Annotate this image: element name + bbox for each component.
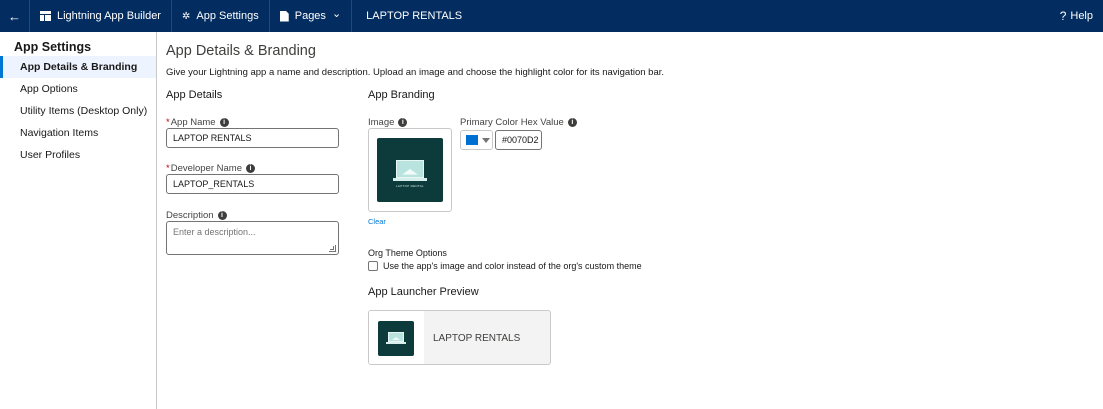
sidebar-item-utility-items[interactable]: Utility Items (Desktop Only) [0,100,156,122]
caret-down-icon [482,137,490,143]
info-icon[interactable]: i [217,211,227,220]
sidebar-item-label: App Details & Branding [20,61,138,73]
primary-color-hex-input[interactable]: #0070D2 [495,130,542,150]
org-theme-checkbox[interactable] [368,261,378,271]
required-marker: * [166,163,170,174]
current-app-label: LAPTOP RENTALS [366,10,463,22]
laptop-icon [388,332,404,342]
preview-app-name: LAPTOP RENTALS [433,333,521,344]
app-launcher-preview: LAPTOP RENTALS [368,310,551,365]
lightning-app-builder-label: Lightning App Builder [57,10,161,22]
info-icon[interactable]: i [398,118,408,127]
description-label: Description i [166,210,227,221]
app-branding-heading: App Branding [368,89,435,101]
app-launcher-preview-heading: App Launcher Preview [368,286,479,298]
top-bar: ← Lightning App Builder ✲ App Settings P… [0,0,1103,32]
description-placeholder: Enter a description... [173,227,256,237]
app-settings-button[interactable]: ✲ App Settings [172,0,270,32]
chevron-down-icon: ⌄ [331,8,342,20]
sidebar-item-user-profiles[interactable]: User Profiles [0,144,156,166]
lightning-app-builder-menu[interactable]: Lightning App Builder [30,0,172,32]
back-arrow-icon: ← [8,8,21,24]
help-button[interactable]: ? Help [1060,0,1093,32]
info-icon[interactable]: i [246,164,255,173]
help-icon: ? [1059,9,1067,23]
sidebar-item-label: Navigation Items [20,127,99,139]
page-icon [279,10,289,22]
app-settings-label: App Settings [196,10,259,22]
pages-dropdown[interactable]: Pages ⌄ [270,0,353,32]
app-image-upload[interactable]: LAPTOP RENTAL [368,128,452,212]
developer-name-input[interactable]: LAPTOP_RENTALS [166,174,339,194]
image-label-text: Image [368,117,395,128]
preview-logo-image [378,321,414,356]
app-name-label-text: App Name [170,117,216,128]
developer-name-label: *Developer Name i [166,163,255,174]
app-details-heading: App Details [166,89,223,101]
image-label: Image i [368,117,408,128]
back-button[interactable]: ← [0,0,30,32]
sidebar-item-navigation-items[interactable]: Navigation Items [0,122,156,144]
sidebar-item-app-details-branding[interactable]: App Details & Branding [0,56,156,78]
info-icon[interactable]: i [567,118,577,127]
description-label-text: Description [166,210,214,221]
color-swatch [466,135,478,145]
current-app-name: LAPTOP RENTALS [352,0,472,32]
page-description: Give your Lightning app a name and descr… [166,67,665,78]
settings-sidebar: App Settings App Details & Branding App … [0,32,157,409]
org-theme-label: Org Theme Options [368,248,447,258]
sidebar-title: App Settings [14,40,92,54]
app-name-label: *App Name i [166,117,229,128]
sidebar-item-app-options[interactable]: App Options [0,78,156,100]
clear-image-link[interactable]: Clear [368,217,386,226]
developer-name-label-text: Developer Name [170,163,242,174]
description-textarea[interactable]: Enter a description... [166,221,339,255]
pages-label: Pages [294,10,326,22]
app-logo-image: LAPTOP RENTAL [377,138,443,202]
org-theme-checkbox-label[interactable]: Use the app's image and color instead of… [383,261,642,271]
laptop-base-shape [393,178,427,181]
laptop-base-shape [386,342,406,344]
help-label: Help [1070,10,1093,22]
color-picker-button[interactable] [460,130,493,150]
primary-color-label-text: Primary Color Hex Value [460,117,564,128]
sidebar-item-label: App Options [20,83,78,95]
required-marker: * [166,117,170,128]
laptop-icon [396,160,424,178]
gear-icon: ✲ [181,10,191,22]
logo-text: LAPTOP RENTAL [395,184,425,188]
resize-handle-icon[interactable] [329,245,336,252]
main-content: App Details & Branding Give your Lightni… [166,32,1096,78]
info-icon[interactable]: i [219,118,229,127]
app-name-input[interactable]: LAPTOP RENTALS [166,128,339,148]
sidebar-item-label: User Profiles [20,149,81,161]
page-title: App Details & Branding [166,43,316,59]
preview-logo-area [369,311,424,364]
sidebar-item-label: Utility Items (Desktop Only) [20,105,148,117]
app-grid-icon [40,11,51,21]
primary-color-label: Primary Color Hex Value i [460,117,577,128]
